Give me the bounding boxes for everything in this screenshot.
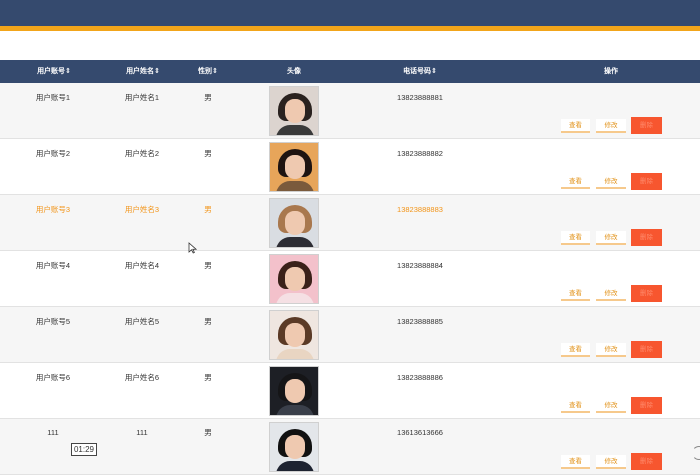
delete-button[interactable]: 删除 bbox=[631, 229, 662, 246]
column-actions: 操作 bbox=[604, 68, 618, 75]
cell-account: 用户账号2 bbox=[35, 149, 71, 158]
column-phone[interactable]: 电话号码⇕ bbox=[400, 60, 440, 83]
column-name[interactable]: 用户姓名⇕ bbox=[122, 60, 164, 83]
cell-name: 用户姓名2 bbox=[124, 149, 160, 158]
edit-button[interactable]: 修改 bbox=[596, 119, 626, 133]
cell-phone: 13823888885 bbox=[397, 317, 443, 326]
table-row[interactable]: 用户账号1 用户姓名1 男 13823888881 查看 修改 删除 bbox=[0, 83, 700, 139]
column-gender[interactable]: 性别⇕ bbox=[196, 60, 220, 83]
edit-button[interactable]: 修改 bbox=[596, 343, 626, 357]
avatar-photo bbox=[269, 422, 319, 472]
edit-button[interactable]: 修改 bbox=[596, 175, 626, 189]
cell-name: 用户姓名6 bbox=[124, 373, 160, 382]
cell-phone: 13823888882 bbox=[397, 149, 443, 158]
table-row[interactable]: 用户账号6 用户姓名6 男 13823888886 查看 修改 删除 bbox=[0, 363, 700, 419]
view-button[interactable]: 查看 bbox=[561, 175, 590, 189]
cell-account: 用户账号5 bbox=[35, 317, 71, 326]
cell-name: 用户姓名5 bbox=[124, 317, 160, 326]
delete-button[interactable]: 删除 bbox=[631, 285, 662, 302]
view-button[interactable]: 查看 bbox=[561, 455, 590, 469]
table-row[interactable]: 用户账号5 用户姓名5 男 13823888885 查看 修改 删除 bbox=[0, 307, 700, 363]
table-row[interactable]: 用户账号2 用户姓名2 男 13823888882 查看 修改 删除 bbox=[0, 139, 700, 195]
video-timestamp: 01:29 bbox=[71, 443, 97, 456]
toolbar-area bbox=[0, 38, 700, 60]
cell-gender: 男 bbox=[204, 428, 212, 437]
cell-account: 用户账号4 bbox=[35, 261, 71, 270]
cell-gender: 男 bbox=[204, 205, 212, 214]
view-button[interactable]: 查看 bbox=[561, 231, 590, 245]
table-header: 用户账号⇕ 用户姓名⇕ 性别⇕ 头像 电话号码⇕ 操作 bbox=[0, 60, 700, 83]
cell-name: 用户姓名1 bbox=[124, 93, 160, 102]
accent-stripe bbox=[0, 26, 700, 31]
table-row[interactable]: 用户账号4 用户姓名4 男 13823888884 查看 修改 删除 bbox=[0, 251, 700, 307]
cell-account: 用户账号3 bbox=[35, 205, 71, 214]
cell-phone: 13613613666 bbox=[397, 428, 443, 437]
cell-phone: 13823888886 bbox=[397, 373, 443, 382]
avatar-photo bbox=[269, 86, 319, 136]
delete-button[interactable]: 删除 bbox=[631, 397, 662, 414]
column-account[interactable]: 用户账号⇕ bbox=[34, 60, 74, 83]
cell-gender: 男 bbox=[204, 317, 212, 326]
view-button[interactable]: 查看 bbox=[561, 343, 590, 357]
edit-button[interactable]: 修改 bbox=[596, 399, 626, 413]
loading-spinner-icon bbox=[692, 446, 700, 460]
delete-button[interactable]: 删除 bbox=[631, 117, 662, 134]
avatar-photo bbox=[269, 198, 319, 248]
table-row[interactable]: 111 111 男 13613613666 查看 修改 删除 bbox=[0, 419, 700, 475]
edit-button[interactable]: 修改 bbox=[596, 287, 626, 301]
cell-phone: 13823888881 bbox=[397, 93, 443, 102]
cell-name: 111 bbox=[136, 428, 148, 437]
avatar-photo bbox=[269, 142, 319, 192]
cell-gender: 男 bbox=[204, 261, 212, 270]
avatar-photo bbox=[269, 366, 319, 416]
mouse-cursor-icon bbox=[188, 242, 197, 254]
cell-gender: 男 bbox=[204, 93, 212, 102]
cell-account: 用户账号6 bbox=[35, 373, 71, 382]
delete-button[interactable]: 删除 bbox=[631, 173, 662, 190]
top-navigation-bar bbox=[0, 0, 700, 26]
table-row[interactable]: 用户账号3 用户姓名3 男 13823888883 查看 修改 删除 bbox=[0, 195, 700, 251]
delete-button[interactable]: 删除 bbox=[631, 341, 662, 358]
avatar-photo bbox=[269, 254, 319, 304]
avatar-photo bbox=[269, 310, 319, 360]
view-button[interactable]: 查看 bbox=[561, 287, 590, 301]
cell-phone: 13823888883 bbox=[397, 205, 443, 214]
cell-account: 111 bbox=[47, 428, 59, 437]
column-avatar: 头像 bbox=[287, 68, 301, 75]
cell-account: 用户账号1 bbox=[35, 93, 71, 102]
cell-name: 用户姓名4 bbox=[124, 261, 160, 270]
delete-button[interactable]: 删除 bbox=[631, 453, 662, 470]
view-button[interactable]: 查看 bbox=[561, 399, 590, 413]
cell-phone: 13823888884 bbox=[397, 261, 443, 270]
cell-gender: 男 bbox=[204, 149, 212, 158]
cell-name: 用户姓名3 bbox=[124, 205, 160, 214]
edit-button[interactable]: 修改 bbox=[596, 455, 626, 469]
edit-button[interactable]: 修改 bbox=[596, 231, 626, 245]
view-button[interactable]: 查看 bbox=[561, 119, 590, 133]
cell-gender: 男 bbox=[204, 373, 212, 382]
